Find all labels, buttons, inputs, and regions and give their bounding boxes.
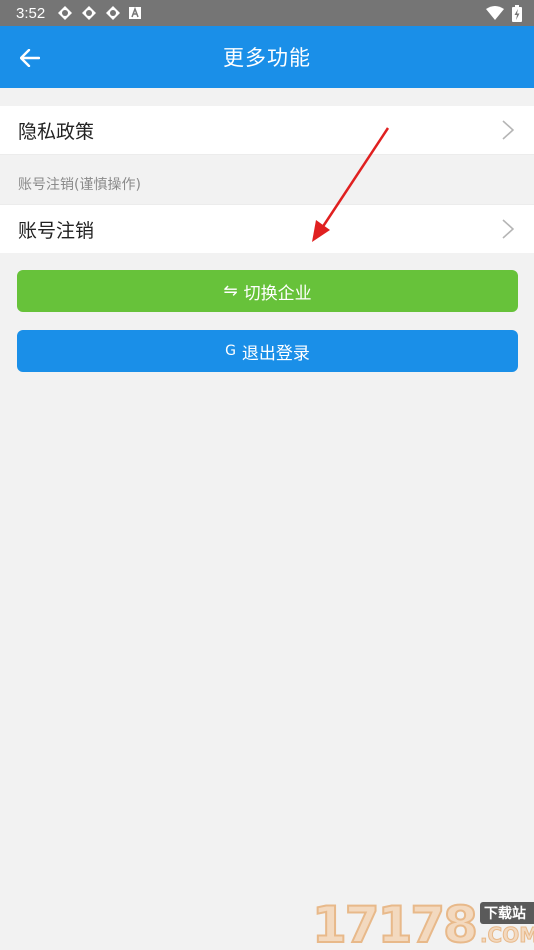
watermark-numbers: 17178 [311,896,479,950]
section-label: 账号注销(谨慎操作) [18,177,141,193]
privacy-policy-item[interactable]: 隐私政策 [0,106,534,155]
status-bar: 3:52 [0,0,534,26]
chevron-right-icon [502,219,514,239]
battery-charging-icon [512,4,522,22]
sync-icon [58,6,73,20]
chevron-right-icon [502,120,514,140]
arrow-left-icon [20,49,40,67]
logout-label: 退出登录 [241,343,310,364]
account-deactivate-item[interactable]: 账号注销 [0,204,534,253]
page-title: 更多功能 [223,46,311,70]
back-button[interactable] [14,42,46,74]
logout-button[interactable]: G 退出登录 [17,330,518,372]
privacy-policy-label: 隐私政策 [18,120,95,143]
account-deactivate-label: 账号注销 [18,219,95,242]
app-bar: 更多功能 [0,26,534,88]
wifi-icon [486,6,504,20]
watermark-cn-text: 下载站 [479,902,534,924]
status-time: 3:52 [16,4,46,22]
a-box-icon [129,7,142,19]
watermark-com-text: .COM [479,923,534,947]
switch-company-button[interactable]: ⇋ 切换企业 [17,270,518,312]
sync-icon [106,6,121,20]
logout-icon: G [225,343,236,359]
watermark-logo: 17178 下载站 .COM [311,890,534,950]
switch-icon: ⇋ [223,281,238,301]
sync-icon [82,6,97,20]
switch-company-label: 切换企业 [243,283,312,304]
